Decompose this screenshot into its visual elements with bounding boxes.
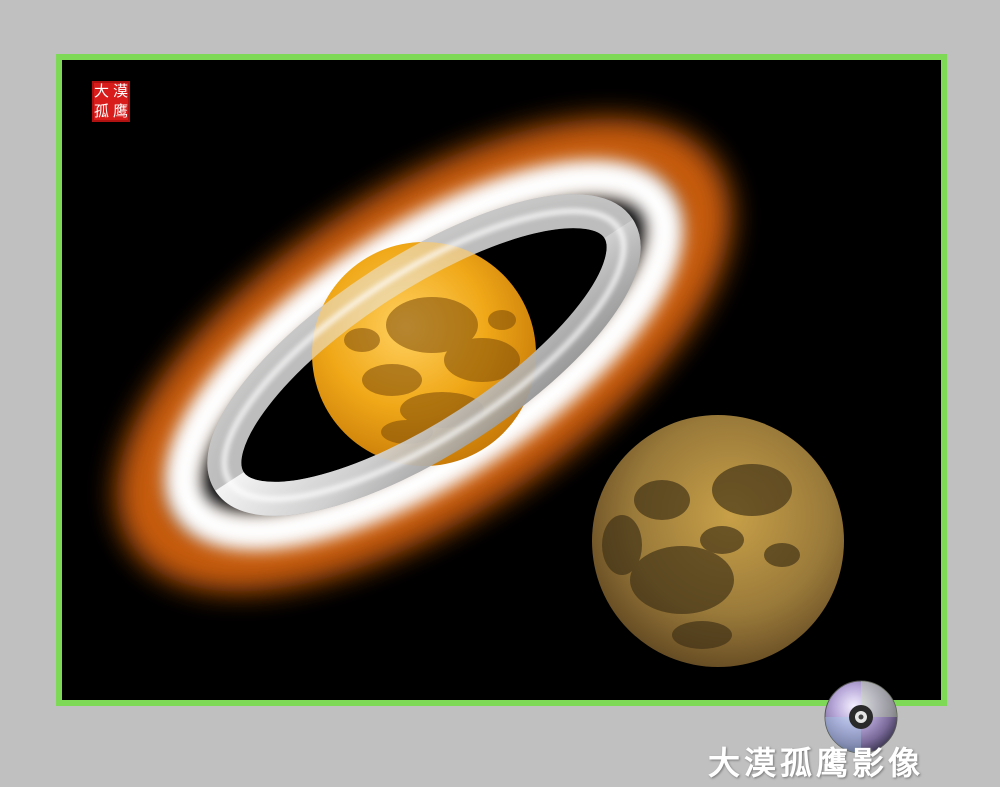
- seal-char: 孤: [93, 102, 109, 121]
- signature: 大漠孤鹰影像: [708, 744, 925, 782]
- seal-char: 漠: [112, 81, 128, 100]
- photo-frame: 大 漠 孤 鹰: [56, 54, 947, 706]
- saturn-moon-artwork: [116, 118, 844, 667]
- seal-stamp: 大 漠 孤 鹰: [92, 81, 130, 122]
- moon: [592, 415, 844, 667]
- seal-char: 鹰: [112, 102, 128, 121]
- seal-char: 大: [93, 81, 109, 100]
